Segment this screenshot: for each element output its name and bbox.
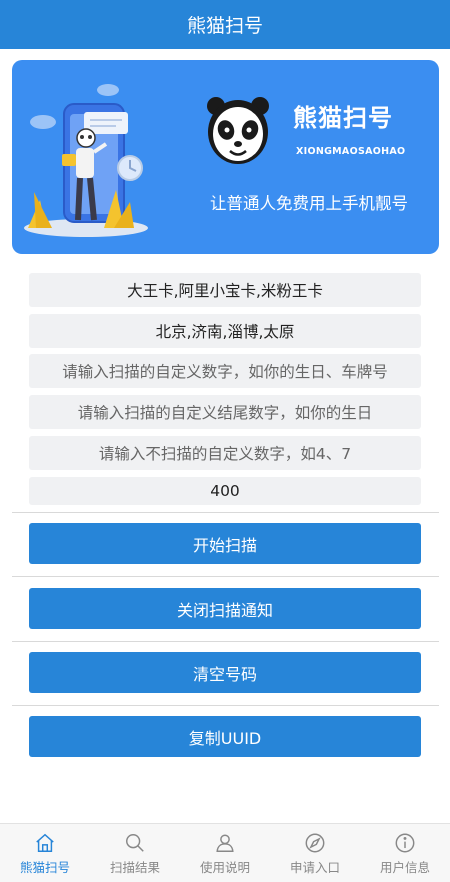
bottom-tab-bar: 熊猫扫号 扫描结果 使用说明 申请入口 用户信息 <box>0 823 450 882</box>
user-icon <box>216 834 234 852</box>
tab-label: 扫描结果 <box>109 860 160 875</box>
start-scan-button[interactable]: 开始扫描 <box>29 523 421 564</box>
divider <box>12 576 439 577</box>
tab-label: 用户信息 <box>379 860 430 875</box>
tab-home[interactable]: 熊猫扫号 <box>0 824 90 882</box>
tab-label: 申请入口 <box>289 860 340 875</box>
brand-pinyin: XIONGMAOSAOHAO <box>296 146 406 157</box>
custom-ending-input[interactable]: 请输入扫描的自定义结尾数字，如你的生日 <box>29 395 421 429</box>
city-field[interactable]: 北京,济南,淄博,太原 <box>29 314 421 348</box>
card-type-field[interactable]: 大王卡,阿里小宝卡,米粉王卡 <box>29 273 421 307</box>
copy-uuid-button[interactable]: 复制UUID <box>29 716 421 757</box>
brand-name: 熊猫扫号 <box>293 104 393 132</box>
tab-instructions[interactable]: 使用说明 <box>180 824 270 882</box>
tab-label: 熊猫扫号 <box>19 860 70 875</box>
header-title: 熊猫扫号 <box>0 0 450 49</box>
promo-banner: 熊猫扫号 XIONGMAOSAOHAO 让普通人免费用上手机靓号 <box>12 60 439 254</box>
clear-numbers-button[interactable]: 清空号码 <box>29 652 421 693</box>
exclude-digits-input[interactable]: 请输入不扫描的自定义数字，如4、7 <box>29 436 421 470</box>
divider <box>12 512 439 513</box>
panda-logo-icon <box>207 97 269 164</box>
phone-illustration <box>24 84 148 237</box>
brand-slogan: 让普通人免费用上手机靓号 <box>210 194 408 213</box>
tab-apply[interactable]: 申请入口 <box>270 824 360 882</box>
divider <box>12 641 439 642</box>
info-icon <box>395 833 415 853</box>
tab-results[interactable]: 扫描结果 <box>90 824 180 882</box>
custom-digits-input[interactable]: 请输入扫描的自定义数字，如你的生日、车牌号 <box>29 354 421 388</box>
count-input[interactable]: 400 <box>29 477 421 505</box>
navigation-icon <box>305 833 325 853</box>
divider <box>12 705 439 706</box>
tab-label: 使用说明 <box>199 860 250 875</box>
close-notify-button[interactable]: 关闭扫描通知 <box>29 588 421 629</box>
home-icon <box>36 833 54 852</box>
search-icon <box>126 834 144 852</box>
tab-user-info[interactable]: 用户信息 <box>360 824 450 882</box>
